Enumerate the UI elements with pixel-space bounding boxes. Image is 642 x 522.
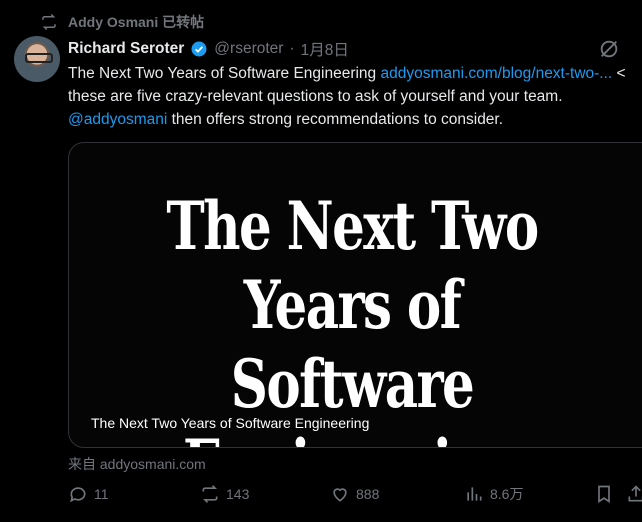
retweet-icon [42, 13, 56, 31]
bookmark-button[interactable] [594, 484, 614, 504]
repost-button[interactable]: 143 [200, 484, 249, 504]
header-separator: · [289, 40, 295, 57]
card-image-title: The Next Two Years of Software Engineeri… [131, 187, 572, 447]
repost-count: 143 [226, 486, 250, 502]
tweet-date[interactable]: 1月8日 [301, 38, 349, 60]
tweet-text-part-1: The Next Two Years of Software Engineeri… [68, 65, 381, 82]
tweet-text-part-3: then offers strong recommendations to co… [167, 111, 504, 128]
bookmark-icon [598, 485, 610, 504]
like-count: 888 [356, 486, 380, 502]
author-name[interactable]: Richard Seroter [68, 40, 184, 58]
article-link[interactable]: addyosmani.com/blog/next-two-... [380, 65, 612, 82]
retweet-banner: Addy Osmani 已转帖 [40, 12, 204, 32]
retweeted-by-label[interactable]: Addy Osmani 已转帖 [68, 12, 204, 32]
like-button[interactable]: 888 [330, 484, 379, 504]
views-icon [467, 487, 482, 501]
tweet-text: The Next Two Years of Software Engineeri… [68, 62, 640, 131]
tweet-actions: 11 143 888 8.6万 [68, 484, 642, 508]
reply-count: 11 [94, 486, 109, 502]
card-image-title-line2: Software Engineering [183, 345, 523, 447]
view-count: 8.6万 [490, 486, 524, 502]
author-handle[interactable]: @rseroter [214, 40, 283, 58]
card-caption: The Next Two Years of Software Engineeri… [91, 415, 370, 431]
reply-icon [70, 487, 86, 503]
card-image-title-line1: The Next Two Years of [166, 187, 539, 345]
verified-badge-icon [191, 41, 207, 57]
grok-icon[interactable] [598, 38, 620, 60]
link-preview-card[interactable]: The Next Two Years of Software Engineeri… [68, 142, 642, 448]
tweet-header: Richard Seroter @rseroter · 1月8日 [68, 38, 349, 60]
reply-button[interactable]: 11 [68, 484, 109, 504]
views-button[interactable]: 8.6万 [464, 484, 523, 504]
share-icon [628, 485, 642, 502]
card-source[interactable]: 来自 addyosmani.com [68, 454, 206, 474]
heart-icon [333, 488, 347, 502]
avatar[interactable] [14, 36, 60, 82]
share-button[interactable] [626, 484, 642, 504]
mention-link[interactable]: @addyosmani [68, 111, 167, 128]
repost-icon [202, 485, 218, 503]
